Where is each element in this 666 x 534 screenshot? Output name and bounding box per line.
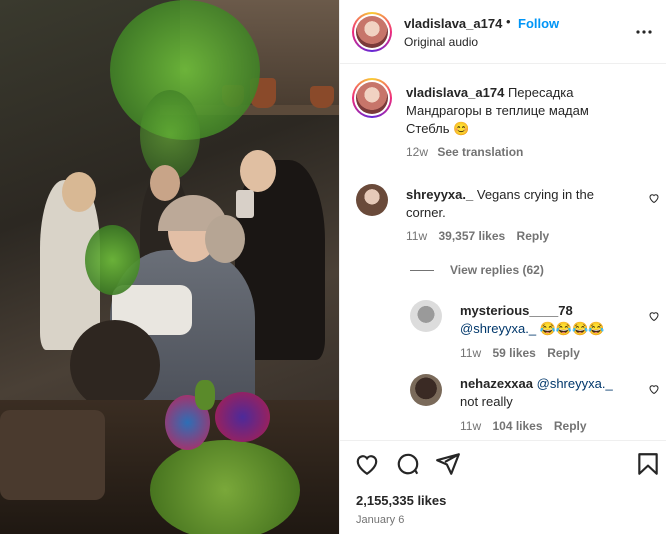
reply-meta: 11w 59 likes Reply	[460, 346, 580, 360]
post-video[interactable]	[0, 0, 339, 534]
see-translation-link[interactable]: See translation	[437, 145, 523, 159]
reply-text: 😂😂😂😂	[539, 321, 605, 336]
likes-count[interactable]: 2,155,335 likes	[356, 493, 446, 508]
follow-button[interactable]: Follow	[518, 16, 559, 31]
caption-author-avatar[interactable]	[352, 78, 392, 118]
caption: vladislava_a174 Пересадка Мандрагоры в т…	[406, 84, 626, 138]
person-head	[150, 165, 180, 201]
caption-age: 12w	[406, 145, 429, 159]
actions-divider	[340, 440, 666, 441]
commenter-avatar[interactable]	[410, 300, 442, 332]
reply-meta: 11w 104 likes Reply	[460, 419, 587, 433]
author-username[interactable]: vladislava_a174	[404, 16, 502, 31]
reply-button[interactable]: Reply	[547, 346, 580, 360]
flower-leaf	[195, 380, 215, 410]
mandrake-pot	[70, 320, 160, 410]
reply: nehazexxaa @shreyyxa._ not really	[460, 375, 640, 411]
comment-username[interactable]: shreyyxa._	[406, 187, 473, 202]
flower-decoration	[215, 392, 270, 442]
comment-likes[interactable]: 39,357 likes	[438, 229, 505, 243]
share-icon[interactable]	[435, 451, 461, 477]
person-head	[240, 150, 276, 192]
reply-age: 11w	[460, 346, 482, 360]
reply-text: not really	[460, 394, 513, 409]
reply-like-icon[interactable]	[648, 383, 660, 395]
reply-username[interactable]: nehazexxaa	[460, 376, 533, 391]
comment-meta: 11w 39,357 likes Reply	[406, 229, 549, 243]
person-head	[62, 172, 96, 212]
reply-likes[interactable]: 59 likes	[492, 346, 535, 360]
reply-mention[interactable]: @shreyyxa._	[460, 321, 536, 336]
post-side-panel: vladislava_a174 • Follow Original audio …	[339, 0, 666, 534]
reply: mysterious____78 @shreyyxa._ 😂😂😂😂	[460, 302, 640, 338]
reply-like-icon[interactable]	[648, 310, 660, 322]
heart-icon[interactable]	[354, 451, 380, 477]
view-replies-button[interactable]: View replies (62)	[450, 263, 544, 277]
reply-button[interactable]: Reply	[554, 419, 587, 433]
caption-meta: 12w See translation	[406, 145, 523, 159]
reply-button[interactable]: Reply	[517, 229, 550, 243]
topiary-ball	[150, 440, 300, 534]
shelf-pot	[310, 86, 334, 108]
reply-likes[interactable]: 104 likes	[492, 419, 542, 433]
author-avatar[interactable]	[352, 12, 392, 52]
commenter-avatar[interactable]	[410, 374, 442, 406]
comment-icon[interactable]	[395, 451, 421, 477]
post-date: January 6	[356, 514, 405, 526]
bookmark-icon[interactable]	[635, 451, 661, 477]
more-options-icon[interactable]	[636, 24, 652, 40]
reply-age: 11w	[460, 419, 482, 433]
caption-username[interactable]: vladislava_a174	[406, 85, 504, 100]
post-header: vladislava_a174 • Follow Original audio	[340, 0, 666, 64]
comment: shreyyxa._ Vegans crying in the corner.	[406, 186, 636, 222]
mandrake-leaves	[85, 225, 140, 295]
phone	[236, 190, 254, 218]
commenter-avatar[interactable]	[356, 184, 388, 216]
comment-like-icon[interactable]	[648, 192, 660, 204]
caption-emoji: 😊	[453, 121, 470, 136]
view-replies-line	[410, 270, 434, 271]
reply-username[interactable]: mysterious____78	[460, 303, 573, 318]
separator-dot: •	[506, 14, 511, 29]
audio-label[interactable]: Original audio	[404, 35, 478, 49]
earmuff	[205, 215, 245, 263]
soil-bowl	[0, 410, 105, 500]
comment-age: 11w	[406, 229, 428, 243]
reply-mention[interactable]: @shreyyxa._	[537, 376, 613, 391]
